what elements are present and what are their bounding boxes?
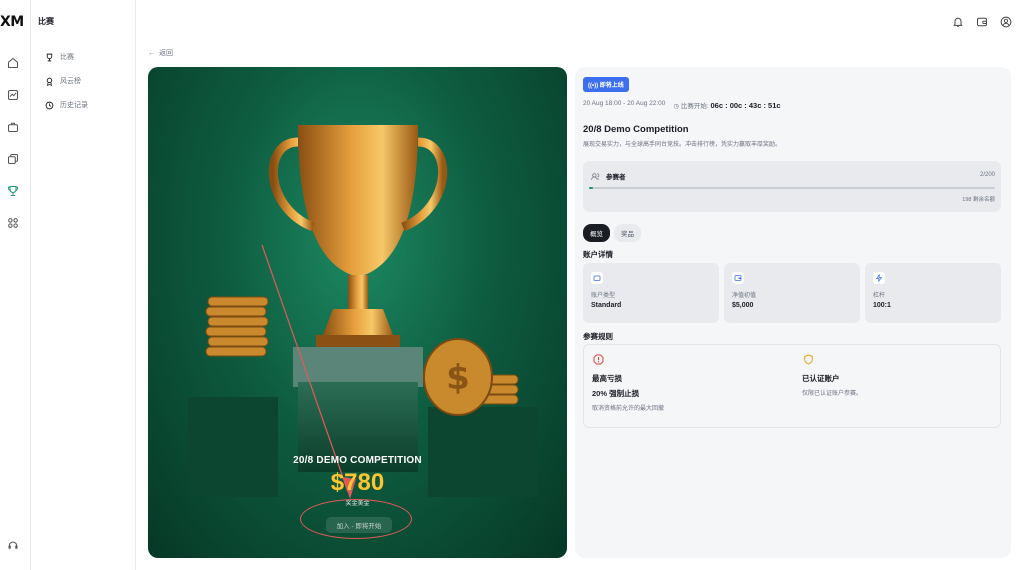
bell-icon[interactable] — [952, 16, 964, 28]
hero-title: 20/8 DEMO COMPETITION — [293, 455, 422, 466]
participants-progress — [589, 187, 995, 189]
app-root: XM 比赛 比赛 风云榜 历史记录 ← 返回 $ 20/8 DEMO COMPE… — [0, 0, 1024, 570]
tab-overview[interactable]: 概览 — [583, 224, 610, 242]
rule-max-loss: 最高亏损 20% 强制止损 取消资格前允许的最大回撤 — [592, 353, 664, 412]
user-icon[interactable] — [1000, 16, 1012, 28]
home-icon[interactable] — [6, 56, 20, 70]
clock-icon: ◷ — [673, 103, 681, 110]
join-button[interactable]: 加入 - 即将开始 — [326, 517, 392, 533]
tab-prizes[interactable]: 奖品 — [614, 224, 641, 242]
brand-logo[interactable]: XM — [0, 14, 24, 30]
status-badge-label: 即将上线 — [599, 83, 624, 89]
section-nav: 比赛 比赛 风云榜 历史记录 — [31, 0, 136, 570]
rules-section-title: 参赛规则 — [583, 332, 613, 341]
section-title: 比赛 — [38, 17, 54, 26]
participants-header: 参赛者 — [591, 171, 626, 181]
date-range: 20 Aug 18:00 - 20 Aug 22:00 — [583, 100, 666, 107]
arrow-left-icon: ← — [148, 49, 155, 57]
broadcast-icon: ((•)) — [588, 83, 600, 89]
rule-value: 20% 强制止损 — [592, 389, 640, 398]
medal-icon — [46, 77, 53, 86]
competition-hero: $ 20/8 DEMO COMPETITION $780 奖金美金 加入 - 即… — [148, 67, 567, 558]
competition-title: 20/8 Demo Competition — [583, 124, 689, 135]
account-card-type: 账户类型 Standard — [583, 263, 719, 323]
account-card-value: Standard — [591, 302, 622, 309]
countdown: ◷ 比赛开始: 06c : 00c : 43c : 51c — [673, 100, 780, 110]
account-cards: 账户类型 Standard 净值初值 $5,000 杠杆 100:1 — [583, 263, 1001, 323]
account-card-label: 杠杆 — [873, 293, 886, 299]
back-link[interactable]: ← 返回 — [148, 48, 173, 58]
trophy-icon — [46, 53, 53, 61]
apps-icon[interactable] — [6, 216, 20, 230]
shield-icon — [802, 353, 814, 365]
competition-description: 展现交易实力，与全球高手同台竞技。冲击排行榜，凭实力赢取丰厚奖励。 — [583, 142, 782, 148]
nav-item-label: 风云榜 — [60, 78, 81, 85]
rule-verified-account: 已认证账户 仅限已认证账户参赛。 — [802, 353, 862, 397]
support-icon[interactable] — [6, 538, 20, 552]
schedule-row: 20 Aug 18:00 - 20 Aug 22:00 ◷ 比赛开始: 06c … — [583, 100, 781, 110]
account-card-equity: 净值初值 $5,000 — [724, 263, 860, 323]
countdown-value: 06c : 00c : 43c : 51c — [710, 101, 781, 110]
users-icon — [591, 172, 600, 180]
rule-description: 取消资格前允许的最大回撤 — [592, 406, 665, 412]
back-label: 返回 — [159, 50, 173, 57]
wallet-icon — [591, 272, 603, 284]
svg-text:$: $ — [446, 358, 470, 398]
trophy-icon[interactable] — [6, 184, 20, 198]
account-section-title: 账户详情 — [583, 250, 613, 259]
competition-details: ((•)) 即将上线 20 Aug 18:00 - 20 Aug 22:00 ◷… — [575, 67, 1011, 558]
prize-amount: $780 — [330, 469, 385, 496]
rule-title: 已认证账户 — [802, 374, 840, 383]
rule-title: 最高亏损 — [592, 374, 622, 383]
account-card-leverage: 杠杆 100:1 — [865, 263, 1001, 323]
header-actions — [952, 16, 1012, 28]
history-icon — [45, 101, 54, 109]
remaining-slots: 198 剩余名额 — [962, 197, 995, 203]
account-card-label: 净值初值 — [732, 293, 757, 299]
icon-rail: XM — [0, 0, 31, 570]
nav-item-label: 历史记录 — [60, 102, 88, 109]
chart-icon[interactable] — [6, 88, 20, 102]
copy-icon[interactable] — [6, 152, 20, 166]
account-card-label: 账户类型 — [591, 293, 616, 299]
bolt-icon — [873, 272, 885, 284]
nav-item-leaderboard[interactable]: 风云榜 — [45, 76, 81, 86]
rule-description: 仅限已认证账户参赛。 — [802, 391, 863, 397]
briefcase-icon[interactable] — [6, 120, 20, 134]
wallet-icon[interactable] — [976, 16, 988, 28]
participants-progress-fill — [589, 187, 594, 189]
nav-item-competitions[interactable]: 比赛 — [45, 52, 74, 62]
countdown-label: 比赛开始: — [680, 103, 709, 110]
participants-count: 2/200 — [979, 172, 995, 178]
alert-icon — [592, 353, 604, 365]
nav-item-history[interactable]: 历史记录 — [45, 100, 88, 110]
participants-label: 参赛者 — [606, 174, 626, 181]
status-badge: ((•)) 即将上线 — [583, 77, 629, 92]
participants-card: 参赛者 2/200 198 剩余名额 — [583, 161, 1001, 212]
detail-tabs: 概览 奖品 — [583, 224, 641, 242]
account-card-value: 100:1 — [873, 302, 891, 309]
nav-item-label: 比赛 — [60, 54, 74, 61]
rules-card: 最高亏损 20% 强制止损 取消资格前允许的最大回撤 已认证账户 仅限已认证账户… — [583, 344, 1001, 428]
deposit-icon — [732, 272, 744, 284]
account-card-value: $5,000 — [732, 302, 754, 309]
